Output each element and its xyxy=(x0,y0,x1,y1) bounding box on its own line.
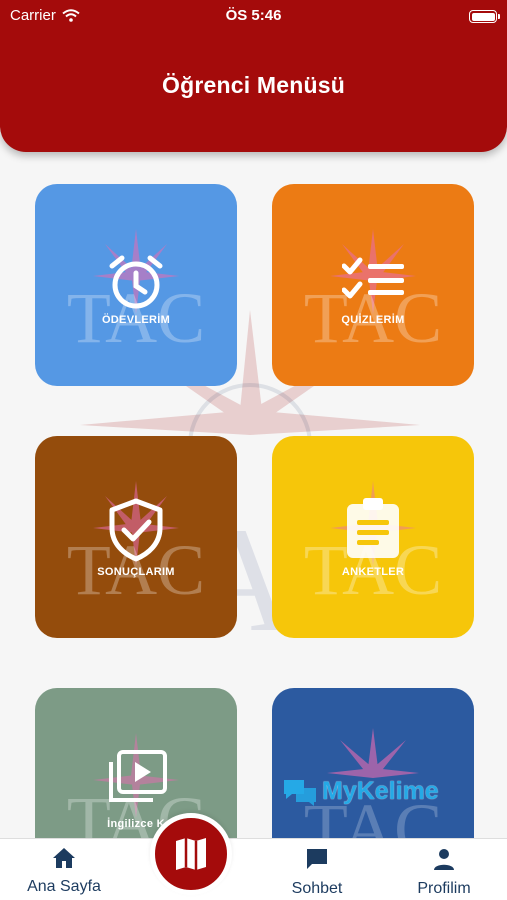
app-header: Carrier ÖS 5:46 Öğrenci Menüsü xyxy=(0,0,507,152)
checklist-icon xyxy=(342,257,404,299)
nav-profile-label: Profilim xyxy=(417,880,471,897)
tile-label: ÖDEVLERİM xyxy=(101,314,171,326)
bottom-navigation: Ana Sayfa Sohbet Profilim xyxy=(0,838,507,900)
tile-label: SONUÇLARIM xyxy=(97,566,175,578)
nav-chat-label: Sohbet xyxy=(291,880,343,897)
nav-home[interactable]: Ana Sayfa xyxy=(9,847,119,896)
nav-chat[interactable]: Sohbet xyxy=(262,847,372,898)
chat-icon xyxy=(307,849,327,869)
status-bar: Carrier ÖS 5:46 xyxy=(0,4,507,26)
mykelime-logo: MyKelime xyxy=(282,776,468,806)
map-button[interactable] xyxy=(150,813,232,895)
tile-sonuclarim[interactable]: TAC SONUÇLARIM xyxy=(35,436,237,638)
shield-check-icon xyxy=(109,498,163,562)
tile-label: QUİZLERİM xyxy=(341,314,405,326)
tile-quizlerim[interactable]: TAC QUİZLERİM xyxy=(272,184,474,386)
home-icon xyxy=(53,848,75,868)
status-time: ÖS 5:46 xyxy=(225,7,282,24)
clipboard-icon xyxy=(347,498,399,558)
battery-icon xyxy=(469,10,500,23)
chat-bubbles-icon xyxy=(284,780,316,806)
person-icon xyxy=(434,849,454,870)
tile-odevlerim[interactable]: TAC ÖDEVLERİM xyxy=(35,184,237,386)
mykelime-text: MyKelime xyxy=(322,776,439,805)
page-title: Öğrenci Menüsü xyxy=(162,72,345,98)
tile-anketler[interactable]: TAC ANKETLER xyxy=(272,436,474,638)
nav-profile[interactable]: Profilim xyxy=(389,847,499,898)
tile-label: ANKETLER xyxy=(341,566,405,578)
map-icon xyxy=(176,838,206,870)
nav-home-label: Ana Sayfa xyxy=(27,878,101,895)
video-library-icon xyxy=(109,750,167,802)
alarm-clock-icon xyxy=(109,255,163,309)
